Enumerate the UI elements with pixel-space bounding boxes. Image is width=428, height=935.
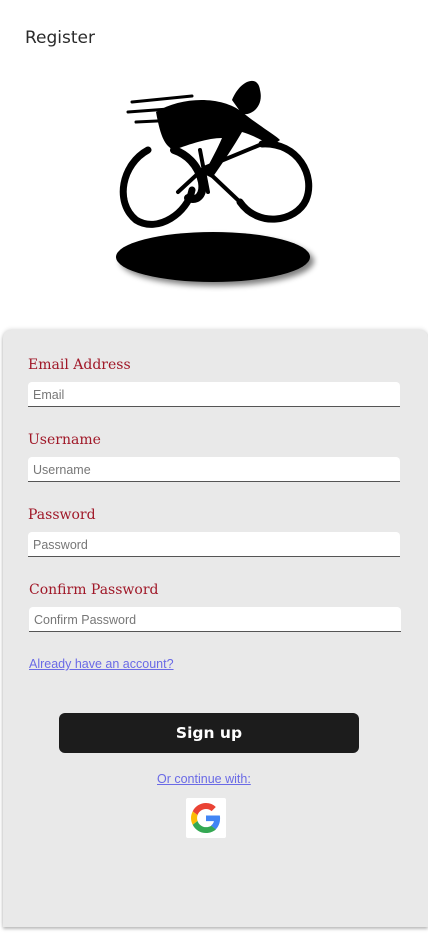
- google-icon: [191, 803, 221, 833]
- confirm-password-label: Confirm Password: [29, 582, 159, 598]
- google-signin-button[interactable]: [186, 798, 226, 838]
- continue-with-link[interactable]: Or continue with:: [157, 772, 251, 786]
- email-label: Email Address: [28, 357, 131, 373]
- password-label: Password: [28, 507, 96, 523]
- page-title: Register: [25, 28, 95, 48]
- register-form-card: Email Address Username Password Confirm …: [3, 330, 428, 927]
- cyclist-logo-icon: [116, 80, 313, 282]
- already-have-account-link[interactable]: Already have an account?: [29, 657, 174, 671]
- confirm-password-field[interactable]: [29, 607, 401, 632]
- username-field[interactable]: [28, 457, 400, 482]
- password-field[interactable]: [28, 532, 400, 557]
- sign-up-button[interactable]: Sign up: [59, 713, 359, 753]
- email-field[interactable]: [28, 382, 400, 407]
- username-label: Username: [28, 432, 101, 448]
